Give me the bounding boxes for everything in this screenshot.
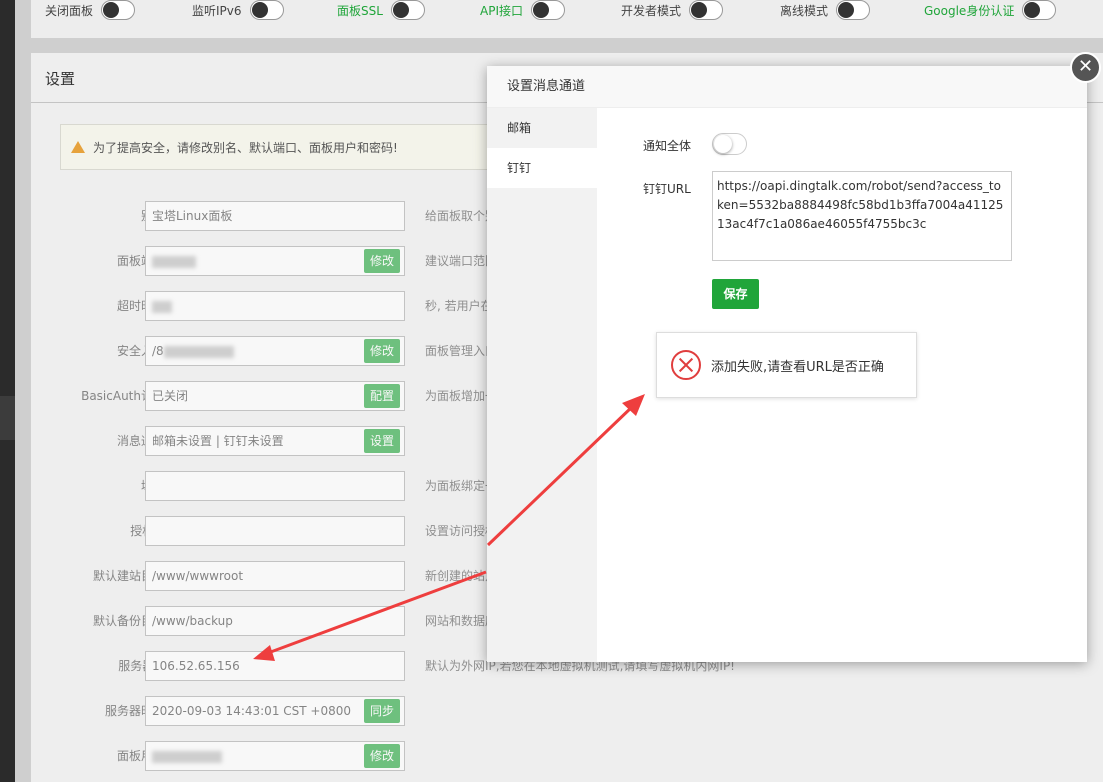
row-input[interactable]: /www/wwwroot [145, 561, 405, 591]
top-toggle-label: API接口 [480, 3, 523, 18]
top-toggle-label: 监听IPv6 [192, 3, 242, 18]
row-button[interactable]: 同步 [364, 699, 401, 723]
message-channel-modal: 设置消息通道 邮箱 钉钉 通知全体 钉钉URL https://oapi.din… [487, 66, 1087, 662]
top-toggle-switch[interactable] [531, 0, 565, 20]
modal-tabs: 邮箱 钉钉 [487, 108, 597, 662]
toast-message: 添加失败,请查看URL是否正确 [711, 359, 884, 375]
top-toggle-label: 关闭面板 [45, 3, 94, 18]
notify-all-label: 通知全体 [643, 139, 692, 153]
row-input[interactable]: 106.52.65.156 [145, 651, 405, 681]
save-button[interactable]: 保存 [712, 279, 759, 309]
row-input[interactable] [145, 471, 405, 501]
notify-all-toggle[interactable] [712, 133, 747, 155]
row-button[interactable]: 修改 [364, 744, 401, 768]
warning-text: 为了提高安全，请修改别名、默认端口、面板用户和密码! [93, 140, 398, 155]
top-toggle-switch[interactable] [1022, 0, 1057, 20]
error-icon [671, 350, 701, 380]
settings-row: 面板用户 修改 [31, 741, 1031, 771]
row-value: 宝塔Linux面板 [152, 209, 233, 223]
top-toggle-switch[interactable] [101, 0, 136, 20]
warning-icon [71, 141, 85, 153]
settings-row: 服务器时间 2020-09-03 14:43:01 CST +0800 同步 [31, 696, 1031, 726]
top-toggle-switch[interactable] [390, 0, 425, 20]
dingtalk-url-input[interactable]: https://oapi.dingtalk.com/robot/send?acc… [712, 171, 1012, 261]
sidebar-active-mark [0, 396, 15, 440]
row-input[interactable] [145, 516, 405, 546]
row-input[interactable] [145, 291, 405, 321]
row-input[interactable]: 宝塔Linux面板 [145, 201, 405, 231]
top-toggle-label: 面板SSL [337, 3, 383, 18]
dingtalk-url-label: 钉钉URL [643, 182, 691, 196]
row-value: 已关闭 [152, 389, 189, 403]
row-value: /www/backup [152, 614, 233, 628]
top-toggle-item: 面板SSL [337, 0, 425, 20]
row-value: 邮箱未设置 | 钉钉未设置 [152, 434, 284, 448]
top-toggle-label: 离线模式 [780, 3, 829, 18]
row-value: /8 [152, 344, 164, 358]
top-toggle-item: 离线模式 [780, 0, 871, 20]
top-toggle-switch[interactable] [689, 0, 724, 20]
tab-dingtalk[interactable]: 钉钉 [487, 148, 597, 188]
masked-value [152, 255, 196, 268]
row-button[interactable]: 修改 [364, 339, 401, 363]
top-toggle-label: 开发者模式 [621, 3, 682, 18]
row-button[interactable]: 配置 [364, 384, 401, 408]
close-button[interactable]: ✕ [1070, 52, 1101, 83]
row-input[interactable]: /www/backup [145, 606, 405, 636]
masked-value [152, 300, 172, 313]
masked-value [152, 750, 222, 763]
top-toggle-item: 开发者模式 [621, 0, 724, 20]
settings-title: 设置 [45, 70, 76, 88]
masked-value [163, 345, 234, 358]
row-button[interactable]: 设置 [364, 429, 401, 453]
top-toggle-item: 监听IPv6 [192, 0, 284, 20]
row-button[interactable]: 修改 [364, 249, 401, 273]
top-toggle-switch[interactable] [836, 0, 871, 20]
top-toggle-label: Google身份认证 [924, 3, 1015, 18]
top-toggle-item: 关闭面板 [45, 0, 136, 20]
security-warning: 为了提高安全，请修改别名、默认端口、面板用户和密码! [60, 124, 500, 170]
top-toggle-item: API接口 [480, 0, 565, 20]
row-value: /www/wwwroot [152, 569, 244, 583]
top-toggle-switch[interactable] [249, 0, 284, 20]
row-hint: 秒, 若用户在 [425, 299, 493, 313]
error-toast: 添加失败,请查看URL是否正确 [656, 332, 917, 398]
tab-email[interactable]: 邮箱 [487, 108, 597, 148]
top-toggle-item: Google身份认证 [924, 0, 1057, 20]
modal-title: 设置消息通道 [487, 66, 1087, 108]
row-value: 106.52.65.156 [152, 659, 240, 673]
row-value: 2020-09-03 14:43:01 CST +0800 [152, 704, 351, 718]
sidebar-strip [0, 0, 15, 782]
